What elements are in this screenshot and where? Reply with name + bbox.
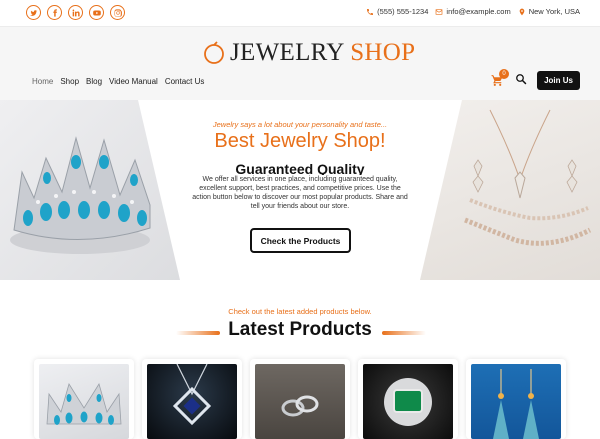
hero-content: Jewelry says a lot about your personalit…	[180, 100, 420, 280]
nav-blog[interactable]: Blog	[86, 77, 102, 86]
nav-contact-us[interactable]: Contact Us	[165, 77, 205, 86]
search-icon	[516, 73, 527, 84]
search-button[interactable]	[515, 72, 527, 90]
nav-video-manual[interactable]: Video Manual	[109, 77, 158, 86]
product-image-rings	[255, 364, 345, 439]
site-header: JEWELRY SHOP Home Shop Blog Video Manual…	[0, 26, 600, 100]
email-contact[interactable]: info@example.com	[435, 7, 511, 16]
phone-text: (555) 555-1234	[377, 7, 429, 16]
main-nav: Home Shop Blog Video Manual Contact Us	[32, 77, 204, 86]
necklace-image	[420, 100, 600, 280]
top-bar: (555) 555-1234 info@example.com New York…	[0, 0, 600, 26]
facebook-icon[interactable]	[47, 5, 62, 20]
phone-icon	[367, 8, 374, 15]
nav-shop[interactable]: Shop	[60, 77, 79, 86]
email-text: info@example.com	[446, 7, 511, 16]
phone-contact[interactable]: (555) 555-1234	[366, 7, 428, 16]
hero-title: Best Jewelry Shop!	[214, 130, 386, 152]
instagram-icon[interactable]	[110, 5, 125, 20]
product-card[interactable]	[250, 359, 350, 439]
contact-info: (555) 555-1234 info@example.com New York…	[366, 7, 580, 16]
product-image-crown	[39, 364, 129, 439]
site-logo[interactable]: JEWELRY SHOP	[202, 39, 415, 67]
hero-subtitle: Guaranteed Quality	[235, 161, 365, 175]
linkedin-icon[interactable]	[68, 5, 83, 20]
twitter-icon[interactable]	[26, 5, 41, 20]
hero-description: We offer all services in one place, incl…	[192, 176, 408, 210]
map-pin-icon	[519, 8, 525, 15]
location-contact: New York, USA	[518, 7, 580, 16]
check-products-button[interactable]: Check the Products	[250, 228, 351, 253]
product-image-pendant	[147, 364, 237, 439]
logo-main-text: JEWELRY	[230, 39, 351, 66]
latest-note: Check out the latest added products belo…	[228, 307, 372, 316]
youtube-icon[interactable]	[89, 5, 104, 20]
logo-text: JEWELRY SHOP	[230, 39, 415, 67]
envelope-icon	[436, 8, 443, 15]
product-image-earrings	[471, 364, 561, 439]
cart-button[interactable]: 0	[491, 68, 510, 88]
product-card[interactable]	[142, 359, 242, 439]
latest-title: Latest Products	[228, 319, 372, 340]
crown-image	[0, 100, 180, 280]
product-cards	[34, 359, 566, 439]
nav-home[interactable]: Home	[32, 77, 53, 86]
product-image-emerald	[363, 364, 453, 439]
product-card[interactable]	[466, 359, 566, 439]
latest-products-section: Check out the latest added products belo…	[0, 280, 600, 439]
hero-banner: Jewelry says a lot about your personalit…	[0, 100, 600, 280]
social-links	[26, 5, 125, 20]
product-card[interactable]	[358, 359, 458, 439]
logo-accent-text: SHOP	[350, 39, 416, 66]
hero-tagline: Jewelry says a lot about your personalit…	[212, 120, 388, 129]
location-text: New York, USA	[528, 7, 580, 16]
cart-count-badge: 0	[499, 68, 510, 79]
header-actions: 0 Join Us	[491, 68, 580, 90]
product-card[interactable]	[34, 359, 134, 439]
ring-logo-icon	[204, 41, 224, 64]
join-us-button[interactable]: Join Us	[537, 71, 580, 90]
title-decoration-right	[382, 331, 426, 335]
